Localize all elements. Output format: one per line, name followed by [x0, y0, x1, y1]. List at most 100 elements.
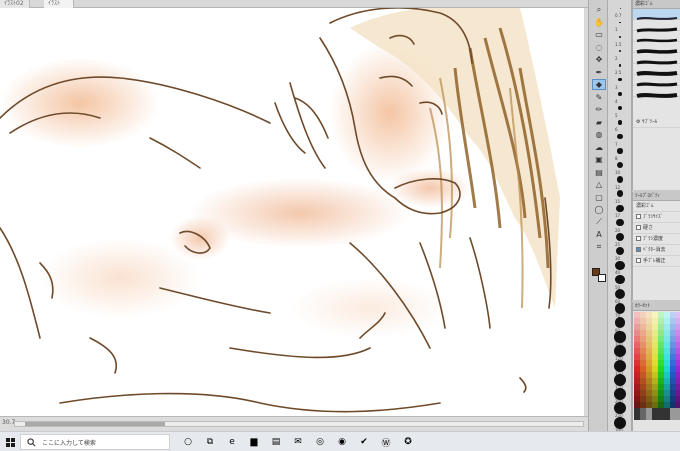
- search-icon: [27, 437, 36, 446]
- horizontal-scrollbar[interactable]: [14, 421, 584, 427]
- property-label: 手ﾌﾞﾚ補正: [643, 258, 666, 264]
- files-icon[interactable]: ▆: [247, 435, 261, 449]
- eyedropper-icon[interactable]: ⌗: [592, 242, 606, 253]
- property-label: ﾌﾞﾗｼｻｲｽﾞ: [643, 214, 664, 220]
- gradient-icon[interactable]: ▤: [592, 167, 606, 178]
- property-row[interactable]: ﾌﾞﾗｼ濃度: [633, 234, 680, 245]
- brush-size-dot: [618, 77, 622, 82]
- sub-color-swatch[interactable]: [598, 274, 606, 282]
- task-view-icon[interactable]: ⧉: [203, 435, 217, 449]
- start-button[interactable]: [0, 432, 20, 451]
- document-tab-2[interactable]: ｲﾗｽﾄ: [44, 0, 74, 8]
- brush-size-dot: [615, 260, 625, 270]
- pen-icon[interactable]: ✒: [592, 67, 606, 78]
- checkbox[interactable]: [636, 236, 641, 241]
- brush-preset-4[interactable]: [633, 42, 680, 54]
- document-tab-1[interactable]: ｲﾗｽﾄ02: [0, 0, 30, 8]
- marker-icon[interactable]: ▰: [592, 117, 606, 128]
- clip-studio-icon[interactable]: ✪: [401, 435, 415, 449]
- brush-size-dot: [617, 134, 623, 140]
- property-row[interactable]: 手ﾌﾞﾚ補正: [633, 256, 680, 267]
- status-bar: 30.7: [0, 416, 588, 431]
- tool-property-subtitle: 濃彩ｺﾞﾑ: [633, 201, 680, 212]
- property-list: ﾌﾞﾗｼｻｲｽﾞ 硬さ ﾌﾞﾗｼ濃度 ﾍﾞｸﾀｰ消去 手ﾌﾞﾚ補正: [633, 212, 680, 267]
- brush-size-dot: [614, 331, 626, 343]
- brush-size-dot: [616, 176, 624, 183]
- brush-size-dot: [618, 91, 622, 96]
- app-icon[interactable]: ◎: [313, 435, 327, 449]
- lasso-icon[interactable]: ◌: [592, 42, 606, 53]
- airbrush-icon[interactable]: ◍: [592, 129, 606, 140]
- sub-tool-panel: 濃彩ｺﾞﾑ ⚙ ｻﾌﾞﾂｰﾙ: [632, 0, 680, 190]
- brush-size-palette: 0.7 1 1.5 2 2.5 3 4 5 6 7 8 10 12 15 17 20 25 30 40 50 60 70 8…: [608, 0, 632, 433]
- tool-property-title: ﾂｰﾙﾌﾟﾛﾊﾟﾃｨ: [633, 192, 680, 201]
- brush-preset-5[interactable]: [633, 53, 680, 65]
- figure-icon[interactable]: △: [592, 179, 606, 190]
- brush-preset-1[interactable]: [633, 9, 680, 20]
- document-tab-bar: ｲﾗｽﾄ02 ｲﾗｽﾄ: [0, 0, 588, 8]
- text-icon[interactable]: A: [592, 229, 606, 240]
- tool-palette: ⌕ ✋ ▭ ◌ ✥ ✒ ◆ ✎ ✏ ▰ ◍ ☁ ▣ ▤ △ ▢ ◯ ⟋ A ⌗: [588, 0, 608, 431]
- checkbox[interactable]: [636, 258, 641, 263]
- brush-size-dot: [618, 49, 622, 53]
- brush-size-dot: [614, 317, 626, 329]
- checkbox[interactable]: [636, 247, 641, 252]
- blend-icon[interactable]: ☁: [592, 142, 606, 153]
- brush-size-dot: [619, 35, 621, 38]
- brush-size-dot: [616, 218, 624, 227]
- checkbox[interactable]: [636, 225, 641, 230]
- property-row[interactable]: ﾌﾞﾗｼｻｲｽﾞ: [633, 212, 680, 223]
- sub-tool-title: 濃彩ｺﾞﾑ: [633, 0, 680, 9]
- app3-icon[interactable]: Ⓦ: [379, 435, 393, 449]
- store-icon[interactable]: ▤: [269, 435, 283, 449]
- property-label: ﾍﾞｸﾀｰ消去: [643, 247, 666, 253]
- color-swatch-grid: [633, 311, 680, 421]
- eraser-icon[interactable]: ◆: [592, 79, 606, 90]
- frame-icon[interactable]: ▢: [592, 192, 606, 203]
- drawing-canvas[interactable]: [0, 8, 584, 416]
- hand-icon[interactable]: ✋: [592, 17, 606, 28]
- edge-icon[interactable]: e: [225, 435, 239, 449]
- color-set-panel: ｶﾗｰｾｯﾄ: [632, 302, 680, 431]
- app-window: ｲﾗｽﾄ02 ｲﾗｽﾄ 30.7 ⌕ ✋ ▭ ◌ ✥ ✒ ◆ ✎ ✏ ▰ ◍ ☁…: [0, 0, 680, 451]
- brush-size-dot: [617, 148, 623, 154]
- balloon-icon[interactable]: ◯: [592, 204, 606, 215]
- brush-size-dot: [614, 303, 626, 314]
- app2-icon[interactable]: ◉: [335, 435, 349, 449]
- select-icon[interactable]: ▭: [592, 29, 606, 40]
- cortana-icon[interactable]: ○: [181, 435, 195, 449]
- brush-preset-6[interactable]: [633, 64, 680, 76]
- brush-size-dot: [618, 63, 622, 67]
- checkbox[interactable]: [636, 214, 641, 219]
- property-label: ﾌﾞﾗｼ濃度: [643, 236, 664, 242]
- brush-preset-7[interactable]: [633, 75, 680, 87]
- property-row[interactable]: ﾍﾞｸﾀｰ消去: [633, 245, 680, 256]
- property-row[interactable]: 硬さ: [633, 223, 680, 234]
- taskbar-search[interactable]: ここに入力して検索: [20, 434, 170, 450]
- mail-icon[interactable]: ✉: [291, 435, 305, 449]
- windows-logo-icon: [5, 437, 15, 447]
- brush-size-dot: [615, 274, 625, 285]
- brush-size-dot: [616, 204, 624, 212]
- brush-icon[interactable]: ✎: [592, 92, 606, 103]
- brush-preset-2[interactable]: [633, 20, 680, 33]
- pencil-icon[interactable]: ✏: [592, 104, 606, 115]
- brush-size-dot: [617, 106, 623, 111]
- brush-preset-8[interactable]: [633, 86, 680, 98]
- tool-property-panel: ﾂｰﾙﾌﾟﾛﾊﾟﾃｨ 濃彩ｺﾞﾑ ﾌﾞﾗｼｻｲｽﾞ 硬さ ﾌﾞﾗｼ濃度 ﾍﾞｸﾀｰ消去…: [632, 192, 680, 300]
- brush-size-dot: [617, 120, 623, 125]
- sub-tool-link[interactable]: ⚙ ｻﾌﾞﾂｰﾙ: [633, 117, 680, 128]
- sub-tool-label: ｻﾌﾞﾂｰﾙ: [642, 119, 658, 125]
- move-icon[interactable]: ✥: [592, 54, 606, 65]
- windows-taskbar: ここに入力して検索 ○ ⧉ e ▆ ▤ ✉ ◎ ◉ ✔ Ⓦ ✪: [0, 431, 680, 451]
- brush-size-dot: [616, 190, 624, 198]
- property-label: 硬さ: [643, 225, 654, 231]
- brush-size-dot: [615, 232, 625, 241]
- brush-preset-3[interactable]: [633, 31, 680, 43]
- color-swatch[interactable]: [676, 414, 680, 420]
- zoom-icon[interactable]: ⌕: [592, 4, 606, 15]
- fill-icon[interactable]: ▣: [592, 154, 606, 165]
- scroll-thumb[interactable]: [25, 422, 165, 426]
- ruler-icon[interactable]: ⟋: [592, 217, 606, 228]
- check-icon[interactable]: ✔: [357, 435, 371, 449]
